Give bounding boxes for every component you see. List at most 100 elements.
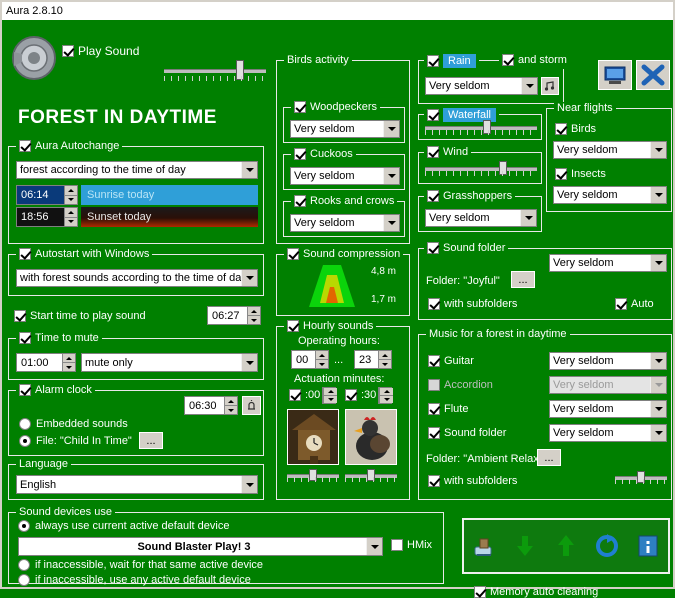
rooks-crows-frequency-combo[interactable]: Very seldom <box>290 214 400 232</box>
chevron-down-icon[interactable] <box>650 401 666 417</box>
waterfall-slider[interactable] <box>425 120 537 135</box>
woodpeckers-frequency-combo[interactable]: Very seldom <box>290 120 400 138</box>
chevron-down-icon[interactable] <box>383 215 399 231</box>
minute-30-spin[interactable] <box>378 387 393 404</box>
alarm-bell-button[interactable] <box>242 396 261 415</box>
mute-duration-spin[interactable]: 01:00 <box>16 353 76 372</box>
chevron-down-icon[interactable] <box>241 476 257 493</box>
chevron-down-icon[interactable] <box>520 210 536 226</box>
wind-slider[interactable] <box>425 161 537 176</box>
cuckoo-volume-slider[interactable] <box>287 469 339 482</box>
sunrise-spin-buttons[interactable] <box>64 186 77 204</box>
open-folder-icon[interactable] <box>553 533 579 559</box>
minimize-button[interactable] <box>598 60 632 90</box>
guitar-checkbox[interactable]: Guitar <box>428 355 474 367</box>
mute-mode-combo[interactable]: mute only <box>81 353 258 372</box>
music-sound-folder-checkbox[interactable]: Sound folder <box>428 427 506 439</box>
chevron-down-icon[interactable] <box>650 255 666 271</box>
music-volume-slider[interactable] <box>615 471 667 484</box>
refresh-icon[interactable] <box>594 533 620 559</box>
hour-to-spin-buttons[interactable] <box>378 351 391 368</box>
sunrise-time-spin[interactable]: 06:14 <box>16 185 78 205</box>
minute-30-checkbox[interactable]: :30 <box>345 389 376 401</box>
chevron-down-icon[interactable] <box>366 538 382 555</box>
device-name-combo[interactable]: Sound Blaster Play! 3 <box>18 537 383 556</box>
info-icon[interactable] <box>635 533 661 559</box>
autostart-checkbox[interactable]: Autostart with Windows <box>19 248 149 260</box>
rooks-crows-checkbox[interactable]: Rooks and crows <box>294 195 394 207</box>
birds-frequency-combo[interactable]: Very seldom <box>553 141 667 159</box>
grasshoppers-checkbox[interactable]: Grasshoppers <box>427 190 512 202</box>
hmix-checkbox[interactable]: HMix <box>391 539 432 551</box>
close-button[interactable] <box>636 60 670 90</box>
chevron-down-icon[interactable] <box>650 142 666 158</box>
hour-from-spin-buttons[interactable] <box>315 351 328 368</box>
cuckoos-frequency-combo[interactable]: Very seldom <box>290 167 400 185</box>
start-time-spin-buttons[interactable] <box>247 307 260 324</box>
sound-folder-subfolders-checkbox[interactable]: with subfolders <box>428 298 517 310</box>
autostart-mode-combo[interactable]: with forest sounds according to the time… <box>16 269 258 287</box>
minute-00-checkbox[interactable]: :00 <box>289 389 320 401</box>
start-time-spin[interactable]: 06:27 <box>207 306 261 325</box>
sunset-time-spin[interactable]: 18:56 <box>16 207 78 227</box>
play-sound-checkbox[interactable]: Play Sound <box>62 44 139 58</box>
chevron-down-icon[interactable] <box>383 168 399 184</box>
flute-frequency-combo[interactable]: Very seldom <box>549 400 667 418</box>
birds-checkbox[interactable]: Birds <box>555 123 596 135</box>
language-combo[interactable]: English <box>16 475 258 494</box>
cuckoos-checkbox[interactable]: Cuckoos <box>294 148 353 160</box>
brush-icon[interactable] <box>471 533 497 559</box>
download-icon[interactable] <box>512 533 538 559</box>
alarm-embedded-radio[interactable]: Embedded sounds <box>19 418 128 430</box>
device-default-radio[interactable]: always use current active default device <box>18 520 229 532</box>
rain-checkbox[interactable]: Rain <box>427 54 476 68</box>
alarm-time-spin-buttons[interactable] <box>224 397 237 414</box>
chevron-down-icon[interactable] <box>521 78 537 94</box>
chevron-down-icon[interactable] <box>650 425 666 441</box>
insects-frequency-combo[interactable]: Very seldom <box>553 186 667 204</box>
autochange-mode-combo[interactable]: forest according to the time of day <box>16 161 258 179</box>
music-folder-browse-button[interactable]: ... <box>537 449 561 466</box>
accordion-frequency-combo[interactable]: Very seldom <box>549 376 667 394</box>
chevron-down-icon[interactable] <box>650 187 666 203</box>
hourly-sounds-checkbox[interactable]: Hourly sounds <box>287 320 373 332</box>
storm-checkbox[interactable]: and storm <box>502 54 567 66</box>
chevron-down-icon[interactable] <box>241 162 257 178</box>
alarm-time-spin[interactable]: 06:30 <box>184 396 238 415</box>
chevron-down-icon[interactable] <box>241 270 257 286</box>
minute-00-spin[interactable] <box>322 387 337 404</box>
chevron-down-icon[interactable] <box>650 377 666 393</box>
insects-checkbox[interactable]: Insects <box>555 168 606 180</box>
sound-folder-frequency-combo[interactable]: Very seldom <box>549 254 667 272</box>
music-sound-folder-frequency-combo[interactable]: Very seldom <box>549 424 667 442</box>
mute-duration-spin-buttons[interactable] <box>62 354 75 371</box>
accordion-checkbox[interactable]: Accordion <box>428 379 493 391</box>
guitar-frequency-combo[interactable]: Very seldom <box>549 352 667 370</box>
grasshoppers-frequency-combo[interactable]: Very seldom <box>425 209 537 227</box>
minute-00-spin-buttons[interactable] <box>323 388 337 403</box>
start-time-checkbox[interactable]: Start time to play sound <box>14 310 146 322</box>
minute-30-spin-buttons[interactable] <box>379 388 393 403</box>
flute-checkbox[interactable]: Flute <box>428 403 468 415</box>
hour-to-spin[interactable]: 23 <box>354 350 392 369</box>
alarm-file-browse-button[interactable]: ... <box>139 432 163 449</box>
rain-frequency-combo[interactable]: Very seldom <box>425 77 538 95</box>
alarm-file-radio[interactable]: File: "Child In Time" <box>19 435 132 447</box>
device-wait-same-radio[interactable]: if inaccessible, wait for that same acti… <box>18 559 263 571</box>
rooster-volume-slider[interactable] <box>345 469 397 482</box>
sound-folder-auto-checkbox[interactable]: Auto <box>615 298 654 310</box>
memory-auto-cleaning-checkbox[interactable]: Memory auto cleaning <box>474 586 598 598</box>
mute-checkbox[interactable]: Time to mute <box>19 332 99 344</box>
hour-from-spin[interactable]: 00 <box>291 350 329 369</box>
alarm-checkbox[interactable]: Alarm clock <box>19 384 92 396</box>
chevron-down-icon[interactable] <box>241 354 257 371</box>
music-subfolders-checkbox[interactable]: with subfolders <box>428 475 517 487</box>
aura-autochange-checkbox[interactable]: Aura Autochange <box>19 140 119 152</box>
rain-sound-button[interactable] <box>541 77 559 95</box>
volume-slider[interactable] <box>164 60 266 81</box>
chevron-down-icon[interactable] <box>383 121 399 137</box>
chevron-down-icon[interactable] <box>650 353 666 369</box>
sunset-spin-buttons[interactable] <box>64 208 77 226</box>
sound-folder-checkbox[interactable]: Sound folder <box>427 242 505 254</box>
wind-checkbox[interactable]: Wind <box>427 146 468 158</box>
